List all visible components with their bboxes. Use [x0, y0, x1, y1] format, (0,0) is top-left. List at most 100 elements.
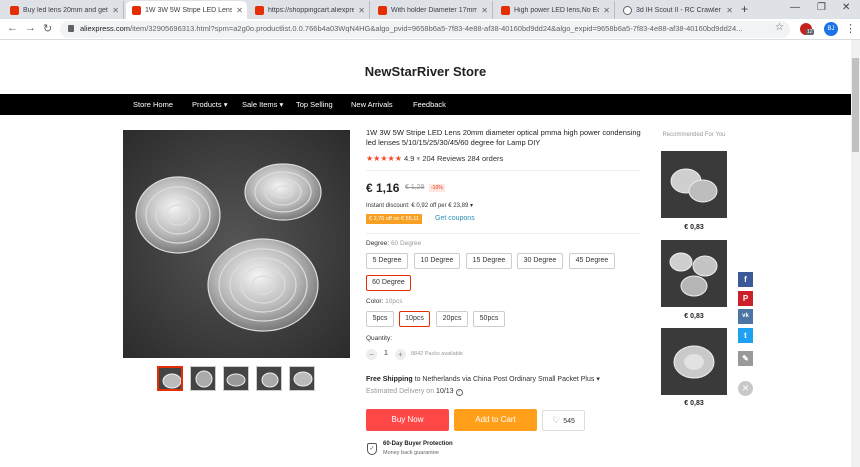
thumbnail-2[interactable]: [190, 366, 216, 391]
nav-store-home[interactable]: Store Home: [133, 100, 173, 109]
forward-arrow-icon[interactable]: →: [25, 22, 36, 34]
help-icon[interactable]: ?: [455, 389, 463, 396]
degree-label-text: Degree:: [366, 240, 390, 247]
option-45-degree[interactable]: 45 Degree: [569, 253, 615, 269]
twitter-icon[interactable]: t: [738, 328, 753, 343]
back-arrow-icon[interactable]: ←: [7, 22, 18, 34]
original-price: € 1,29: [405, 184, 425, 191]
close-share-icon[interactable]: ✕: [738, 381, 753, 396]
recommended-item-2-image[interactable]: [661, 240, 727, 307]
option-5pcs[interactable]: 5pcs: [366, 311, 394, 327]
chevron-down-icon[interactable]: ▾: [470, 203, 473, 209]
nav-feedback[interactable]: Feedback: [413, 100, 446, 109]
browser-tab-2[interactable]: 1W 3W 5W Stripe LED Lens 2 ✕: [126, 1, 247, 19]
page-scrollbar[interactable]: [851, 40, 860, 467]
close-icon[interactable]: ✕: [481, 6, 488, 15]
product-title: 1W 3W 5W Stripe LED Lens 20mm diameter o…: [366, 128, 641, 147]
quantity-value[interactable]: 1: [384, 350, 388, 357]
wishlist-button[interactable]: ♡ 545: [542, 410, 585, 431]
option-60-degree[interactable]: 60 Degree: [366, 275, 411, 291]
get-coupons-link[interactable]: Get coupons: [435, 215, 475, 222]
maximize-button[interactable]: ❐: [817, 2, 826, 13]
menu-kebab-icon[interactable]: ⋮: [845, 22, 856, 35]
shipping-info: Free Shipping to Netherlands via China P…: [366, 375, 600, 383]
divider: [366, 233, 641, 234]
divider: [366, 170, 641, 171]
scrollbar-thumb[interactable]: [852, 58, 859, 152]
reviews-link[interactable]: 204 Reviews: [422, 154, 465, 163]
packs-available: 8842 Packs available: [411, 351, 463, 357]
recommended-item-1-image[interactable]: [661, 151, 727, 218]
nav-sale-items[interactable]: Sale Items ▾: [242, 100, 283, 109]
new-tab-button[interactable]: +: [741, 2, 748, 16]
url-host: aliexpress.com: [80, 24, 131, 33]
profile-avatar[interactable]: BJ: [824, 22, 838, 36]
thumbnail-3[interactable]: [223, 366, 249, 391]
close-icon[interactable]: ✕: [236, 6, 243, 15]
option-10pcs[interactable]: 10pcs: [399, 311, 430, 327]
estimated-delivery: Estimated Delivery on 10/13 ?: [366, 388, 463, 396]
option-30-degree[interactable]: 30 Degree: [517, 253, 563, 269]
color-label-text: Color:: [366, 298, 384, 305]
option-50pcs[interactable]: 50pcs: [473, 311, 505, 327]
buyer-protection-title[interactable]: 60-Day Buyer Protection: [383, 441, 453, 447]
instant-discount-text: Instant discount: € 0,92 off per € 23,89: [366, 203, 469, 209]
browser-tab-1[interactable]: Buy led lens 20mm and get fr ✕: [4, 1, 124, 19]
chevron-down-icon[interactable]: ▾: [596, 376, 600, 383]
recommended-item-2-price[interactable]: € 0,83: [661, 313, 727, 320]
address-bar[interactable]: aliexpress.com/item/32905696313.html?spm…: [60, 21, 790, 38]
bookmark-star-icon[interactable]: ☆: [775, 22, 784, 33]
nav-products[interactable]: Products ▾: [192, 100, 227, 109]
close-icon[interactable]: ✕: [603, 6, 610, 15]
shield-check-icon: ✓: [367, 443, 377, 455]
browser-tab-6[interactable]: 3d IH Scout II - RC Crawler S ✕: [617, 1, 737, 19]
add-to-cart-button[interactable]: Add to Cart: [454, 409, 537, 431]
browser-tab-3[interactable]: https://shoppingcart.aliexpres ✕: [249, 1, 370, 19]
buy-now-button[interactable]: Buy Now: [366, 409, 449, 431]
aliexpress-icon: [378, 5, 387, 15]
quantity-decrease-button[interactable]: −: [366, 349, 377, 360]
nav-new-arrivals[interactable]: New Arrivals: [351, 100, 393, 109]
lens-photo: [661, 240, 727, 307]
option-5-degree[interactable]: 5 Degree: [366, 253, 408, 269]
reload-icon[interactable]: ↻: [43, 22, 52, 35]
minimize-button[interactable]: —: [790, 2, 800, 13]
tab-title: https://shoppingcart.aliexpres: [268, 6, 355, 14]
close-icon[interactable]: ✕: [358, 6, 365, 15]
facebook-icon[interactable]: f: [738, 272, 753, 287]
recommended-item-1-price[interactable]: € 0,83: [661, 224, 727, 231]
free-shipping-label: Free Shipping: [366, 376, 413, 383]
aliexpress-icon: [501, 5, 510, 15]
close-window-button[interactable]: ✕: [842, 2, 850, 13]
nav-sale-items-label: Sale Items: [242, 100, 278, 109]
nav-top-selling[interactable]: Top Selling: [296, 100, 333, 109]
main-product-image[interactable]: [123, 130, 350, 358]
close-icon[interactable]: ✕: [112, 6, 119, 15]
extension-badge: 12: [806, 29, 814, 35]
thumbnail-4[interactable]: [256, 366, 282, 391]
close-icon[interactable]: ✕: [726, 6, 733, 15]
pinterest-icon[interactable]: P: [738, 291, 753, 306]
lens-photo: [661, 328, 727, 395]
vk-icon[interactable]: vk: [738, 309, 753, 324]
browser-tab-4[interactable]: With holder Diameter 17mm ✕: [372, 1, 493, 19]
current-price: € 1,16: [366, 181, 400, 195]
option-20pcs[interactable]: 20pcs: [436, 311, 468, 327]
option-10-degree[interactable]: 10 Degree: [414, 253, 460, 269]
store-nav: Store Home Products ▾ Sale Items ▾ Top S…: [0, 94, 851, 115]
quantity-increase-button[interactable]: +: [395, 349, 406, 360]
coupon-tag[interactable]: € 2,76 off on € 55,11: [366, 214, 422, 224]
store-name[interactable]: NewStarRiver Store: [0, 64, 851, 79]
browser-tab-5[interactable]: High power LED lens,No Edg ✕: [495, 1, 615, 19]
thumbnail-1[interactable]: [157, 366, 183, 391]
rating-value: 4.9: [403, 154, 415, 163]
degree-label: Degree: 60 Degree: [366, 240, 421, 247]
thumbnail-5[interactable]: [289, 366, 315, 391]
edit-icon[interactable]: ✎: [738, 351, 753, 366]
recommended-item-3-price[interactable]: € 0,83: [661, 400, 727, 407]
globe-icon: [623, 5, 632, 15]
option-15-degree[interactable]: 15 Degree: [466, 253, 512, 269]
chevron-down-icon[interactable]: ▾: [416, 154, 420, 163]
url-path: /item/32905696313.html?spm=a2g0o.product…: [130, 24, 743, 33]
recommended-item-3-image[interactable]: [661, 328, 727, 395]
